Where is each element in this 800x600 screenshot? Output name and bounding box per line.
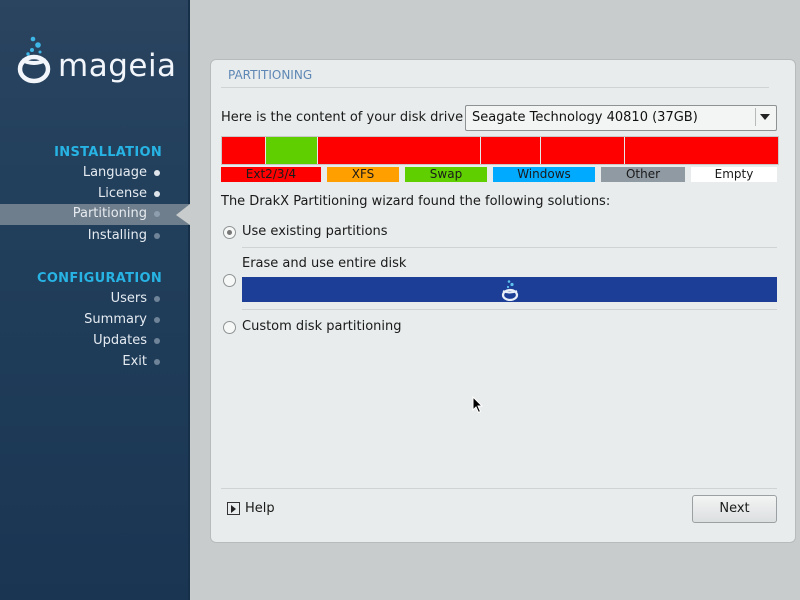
- sidebar-item-updates[interactable]: Updates: [0, 331, 190, 352]
- step-status-dot: [154, 317, 160, 323]
- chevron-down-icon[interactable]: [755, 108, 774, 126]
- step-status-dot: [154, 296, 160, 302]
- legend-xfs: XFS: [327, 167, 399, 182]
- sidebar-item-label: Updates: [93, 333, 147, 348]
- sidebar-item-license[interactable]: License: [0, 184, 190, 205]
- mouse-pointer-icon: [472, 396, 484, 414]
- mageia-cauldron-icon: [501, 280, 519, 301]
- erase-disk-radio[interactable]: [223, 274, 236, 287]
- partition-segment[interactable]: [266, 137, 317, 164]
- custom-partitioning-label[interactable]: Custom disk partitioning: [242, 319, 402, 334]
- disk-drive-select[interactable]: Seagate Technology 40810 (37GB): [465, 105, 777, 131]
- sidebar-item-exit[interactable]: Exit: [0, 352, 190, 373]
- page-title: PARTITIONING: [228, 68, 313, 82]
- installation-section-title: INSTALLATION: [54, 145, 162, 160]
- partition-segment[interactable]: [481, 137, 540, 164]
- help-label: Help: [245, 501, 275, 516]
- disk-partition-bar: [221, 136, 779, 165]
- sidebar-item-label: License: [97, 186, 147, 201]
- step-status-dot: [154, 170, 160, 176]
- option-divider: [242, 247, 777, 248]
- partition-segment[interactable]: [541, 137, 624, 164]
- step-status-dot: [154, 338, 160, 344]
- sidebar-item-installing[interactable]: Installing: [0, 226, 190, 247]
- legend-swap: Swap: [405, 167, 487, 182]
- disk-drive-select-value: Seagate Technology 40810 (37GB): [472, 110, 698, 125]
- sidebar: mageia INSTALLATION Language License Par…: [0, 0, 190, 600]
- title-divider: [221, 87, 769, 88]
- configuration-section-title: CONFIGURATION: [36, 271, 162, 286]
- erase-disk-label[interactable]: Erase and use entire disk: [242, 256, 406, 271]
- sidebar-item-partitioning[interactable]: Partitioning: [0, 204, 190, 225]
- active-pointer-icon: [176, 204, 190, 225]
- step-status-dot: [154, 233, 160, 239]
- partition-segment[interactable]: [222, 137, 265, 164]
- step-status-dot: [154, 359, 160, 365]
- sidebar-item-label: Exit: [122, 354, 147, 369]
- sidebar-item-label: Installing: [87, 228, 147, 243]
- sidebar-item-label: Language: [82, 165, 147, 180]
- sidebar-item-label: Users: [110, 291, 147, 306]
- sidebar-item-label: Summary: [84, 312, 147, 327]
- use-existing-radio[interactable]: [223, 226, 236, 239]
- erase-disk-preview-bar: [242, 277, 777, 302]
- brand-name: mageia: [58, 48, 177, 84]
- legend-ext: Ext2/3/4: [221, 167, 321, 182]
- legend-other: Other: [601, 167, 685, 182]
- footer-divider: [221, 488, 777, 489]
- legend-empty: Empty: [691, 167, 777, 182]
- play-arrow-icon: [227, 502, 240, 515]
- use-existing-label[interactable]: Use existing partitions: [242, 224, 388, 239]
- partition-segment[interactable]: [318, 137, 480, 164]
- sidebar-item-label: Partitioning: [72, 206, 147, 221]
- solutions-label: The DrakX Partitioning wizard found the …: [221, 194, 611, 209]
- option-divider: [242, 309, 777, 310]
- sidebar-item-users[interactable]: Users: [0, 289, 190, 310]
- partition-segment[interactable]: [625, 137, 778, 164]
- custom-partitioning-radio[interactable]: [223, 321, 236, 334]
- sidebar-item-summary[interactable]: Summary: [0, 310, 190, 331]
- step-status-dot: [154, 211, 160, 217]
- partitioning-panel: PARTITIONING Here is the content of your…: [210, 59, 796, 543]
- next-button[interactable]: Next: [692, 495, 777, 523]
- mageia-logo: mageia: [16, 34, 186, 90]
- mageia-cauldron-icon: [17, 36, 51, 84]
- step-status-dot: [154, 191, 160, 197]
- legend-windows: Windows: [493, 167, 595, 182]
- disk-drive-label: Here is the content of your disk drive: [221, 110, 464, 125]
- sidebar-item-language[interactable]: Language: [0, 163, 190, 184]
